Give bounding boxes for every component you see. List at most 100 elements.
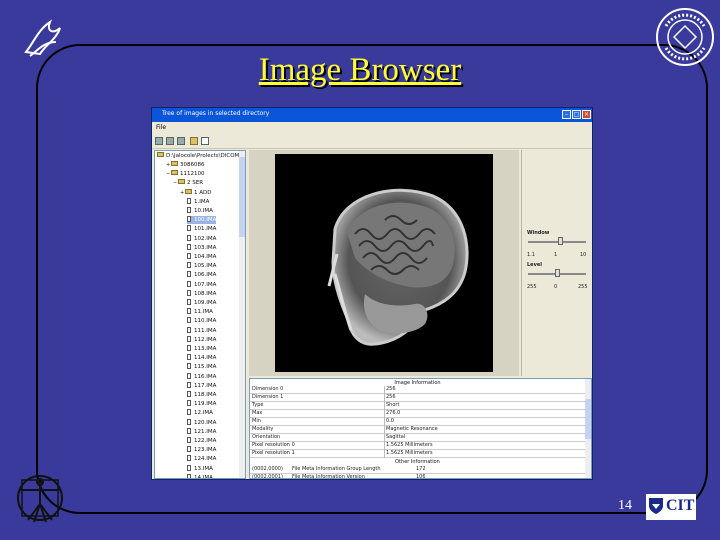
tree-node[interactable]: 117.IMA: [187, 381, 216, 390]
tree-node[interactable]: 120.IMA: [187, 418, 216, 427]
copy-icon[interactable]: [201, 137, 209, 145]
info-value: 1.5625 Millimeters: [386, 450, 433, 456]
level-label: Level: [527, 262, 542, 268]
tree-node[interactable]: 108.IMA: [187, 289, 217, 298]
level-max-value: 255: [578, 284, 588, 290]
open-icon[interactable]: [155, 137, 163, 145]
tree-node[interactable]: 13.IMA: [187, 464, 213, 473]
tree-node[interactable]: 107.IMA: [187, 280, 217, 289]
close-button[interactable]: ×: [582, 110, 591, 119]
level-min-value: 255: [527, 284, 537, 290]
tree-node[interactable]: 121.IMA: [187, 427, 216, 436]
tree-node-label: 108.IMA: [194, 290, 217, 297]
save-icon[interactable]: [177, 137, 185, 145]
tree-node-label: 14.IMA: [194, 474, 213, 479]
window-slider-thumb[interactable]: [557, 237, 563, 245]
folder-icon[interactable]: [190, 137, 198, 145]
tree-node[interactable]: 115.IMA: [187, 363, 216, 371]
file-icon: [187, 455, 191, 462]
maximize-button[interactable]: □: [572, 110, 581, 119]
window-current-value: 1: [554, 252, 558, 258]
info-scroll-thumb[interactable]: [585, 399, 591, 439]
tree-node-label: 1 ADD: [194, 189, 212, 196]
mri-sagittal-image[interactable]: [275, 154, 493, 372]
tree-node[interactable]: 102.IMA: [187, 234, 216, 243]
tree-node[interactable]: −2 SER: [173, 179, 203, 187]
tree-node[interactable]: 1.IMA: [187, 197, 209, 206]
tree-node-label: 106.IMA: [194, 272, 217, 279]
window-min-value: 1.1: [527, 252, 535, 258]
info-tag: (0002,0000): [252, 466, 283, 472]
title-bar[interactable]: Tree of images in selected directory – □…: [152, 108, 592, 122]
file-icon: [187, 335, 191, 342]
menu-file[interactable]: File: [156, 124, 166, 131]
tree-node[interactable]: 106.IMA: [187, 271, 216, 279]
folder-icon: [185, 188, 192, 194]
grid-icon[interactable]: [166, 137, 174, 145]
tree-node[interactable]: 14.IMA: [187, 473, 213, 479]
info-tag: (0002,0001): [252, 474, 283, 479]
tree-node-label: 2 SER: [187, 180, 204, 187]
info-row: Dimension 1 256: [250, 394, 585, 402]
tree-node[interactable]: 123.IMA: [187, 446, 216, 454]
file-icon: [187, 299, 191, 305]
tree-root[interactable]: D:\Jalocole\Prolects\DICOMs: [157, 152, 242, 160]
file-icon: [187, 289, 191, 296]
tree-node[interactable]: 116.IMA: [187, 372, 216, 381]
info-row: Orientation Sagittal: [250, 434, 585, 442]
file-icon: [187, 418, 191, 425]
file-icon: [187, 253, 191, 259]
menu-bar: File: [152, 122, 592, 133]
image-view-pane: [249, 150, 519, 376]
tree-node[interactable]: +1 ADD: [180, 188, 212, 197]
tree-node[interactable]: 113.IMA: [187, 345, 216, 353]
tree-node[interactable]: 105.IMA: [187, 262, 216, 270]
tree-node[interactable]: 104.IMA: [187, 253, 216, 261]
level-slider-thumb[interactable]: [555, 269, 560, 277]
info-value: Magnetic Resonance: [386, 426, 438, 432]
tree-node[interactable]: 124.IMA: [187, 455, 216, 463]
column-divider[interactable]: [384, 386, 385, 458]
tree-node[interactable]: 114.IMA: [187, 354, 216, 362]
file-icon: [187, 473, 191, 478]
window-title: Tree of images in selected directory: [162, 110, 270, 117]
tree-node-label: 12.IMA: [194, 410, 213, 417]
tree-node[interactable]: 111.IMA: [187, 326, 217, 335]
tree-node-label: 111.IMA: [194, 327, 217, 334]
file-icon: [187, 437, 191, 443]
tree-scroll-thumb[interactable]: [239, 157, 245, 237]
tree-node[interactable]: 11.IMA: [187, 308, 213, 316]
info-value: 106: [416, 474, 426, 479]
info-key: Dimension 0: [252, 386, 284, 392]
file-icon: [187, 372, 191, 379]
file-icon: [187, 197, 191, 204]
tree-node[interactable]: 12.IMA: [187, 409, 213, 417]
tree-node[interactable]: 112.IMA: [187, 335, 216, 344]
tree-node[interactable]: +3086086: [166, 161, 205, 169]
tree-node[interactable]: 103.IMA: [187, 243, 216, 252]
info-row: Min 0.0: [250, 418, 585, 426]
info-value: Sagittal: [386, 434, 406, 440]
info-key: File Meta Information Version: [292, 474, 365, 479]
info-scrollbar[interactable]: [585, 379, 591, 478]
file-icon: [187, 446, 191, 453]
tree-node[interactable]: 100.IMA: [187, 216, 217, 225]
vitruvian-man-logo: [17, 475, 63, 523]
info-value: 0.0: [386, 418, 394, 424]
info-key: Pixel resolution 1: [252, 450, 295, 456]
info-row: Max 276.0: [250, 410, 585, 418]
tree-node[interactable]: 118.IMA: [187, 391, 216, 399]
tree-node-label: 105.IMA: [194, 263, 217, 270]
folder-icon: [178, 179, 185, 185]
tree-node[interactable]: 119.IMA: [187, 400, 216, 408]
tree-scrollbar[interactable]: [239, 151, 245, 478]
tree-node[interactable]: 10.IMA: [187, 207, 213, 215]
tree-node[interactable]: 101.IMA: [187, 225, 216, 233]
tree-node[interactable]: 109.IMA: [187, 299, 216, 307]
tree-node[interactable]: −1112100: [166, 170, 205, 178]
tree-node-label: 107.IMA: [194, 281, 217, 288]
minimize-button[interactable]: –: [562, 110, 571, 119]
file-icon: [187, 381, 191, 388]
tree-node[interactable]: 110.IMA: [187, 317, 216, 325]
tree-node[interactable]: 122.IMA: [187, 437, 216, 445]
